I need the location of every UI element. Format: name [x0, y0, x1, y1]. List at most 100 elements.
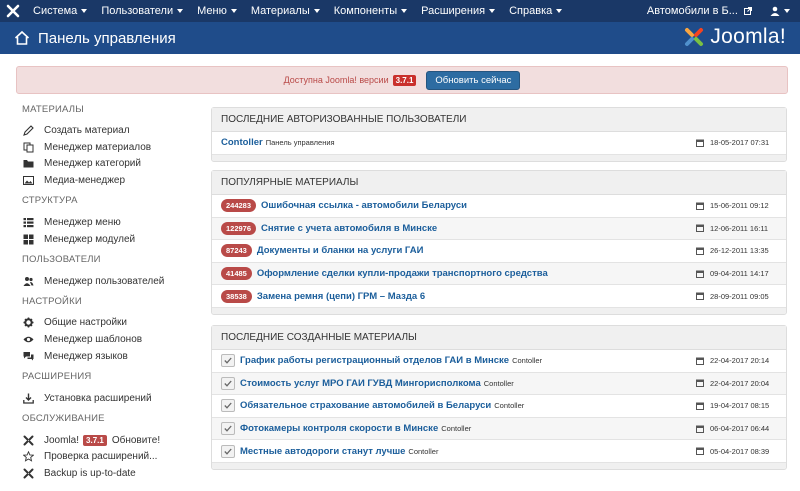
caret-down-icon	[81, 9, 88, 14]
table-row: Contoller Панель управления 18-05-2017 0…	[212, 132, 786, 155]
sidebar-item-users[interactable]: Менеджер пользователей	[22, 273, 202, 290]
table-row: 122976 Снятие с учета автомобиля в Минск…	[212, 217, 786, 241]
top-navbar: Система Пользователи Меню Материалы Комп…	[0, 0, 800, 22]
panel-title: ПОСЛЕДНИЕ АВТОРИЗОВАННЫЕ ПОЛЬЗОВАТЕЛИ	[212, 108, 786, 132]
version-badge: 3.7.1	[392, 74, 417, 86]
user-menu[interactable]	[760, 6, 800, 16]
sidebar-item-label: Менеджер категорий	[44, 158, 141, 170]
sidebar-item-label: Медиа-менеджер	[44, 175, 126, 187]
row-date: 19-04-2017 08:15	[696, 401, 769, 410]
article-author: Contoller	[408, 446, 439, 456]
folder-icon	[22, 158, 34, 170]
sidebar-item-categories[interactable]: Менеджер категорий	[22, 156, 202, 173]
hits-badge: 87243	[221, 244, 252, 258]
published-check-icon[interactable]	[221, 422, 235, 436]
menu-content[interactable]: Материалы	[244, 5, 327, 17]
article-link[interactable]: Снятие с учета автомобиля в Минске	[261, 223, 437, 234]
row-date: 12-06-2011 16:11	[696, 224, 768, 233]
table-row: 38538 Замена ремня (цепи) ГРМ – Мазда 6 …	[212, 285, 786, 308]
sidebar-item-backup[interactable]: Backup is up-to-date	[22, 465, 202, 482]
calendar-icon	[696, 224, 704, 233]
article-link[interactable]: Обязательное страхование автомобилей в Б…	[240, 400, 491, 411]
article-link[interactable]: Стоимость услуг МРО ГАИ ГУВД Мингориспол…	[240, 378, 481, 389]
sidebar-item-label: Менеджер меню	[44, 217, 121, 229]
article-author: Contoller	[483, 378, 514, 388]
user-name-link[interactable]: Contoller	[221, 137, 263, 148]
caret-down-icon	[401, 9, 408, 14]
menu-extensions[interactable]: Расширения	[414, 5, 502, 17]
article-link[interactable]: Документы и бланки на услуги ГАИ	[257, 245, 424, 256]
article-link[interactable]: График работы регистрационный отделов ГА…	[240, 355, 509, 366]
article-link[interactable]: Оформление сделки купли-продажи транспор…	[257, 268, 548, 279]
menu-help[interactable]: Справка	[502, 5, 569, 17]
sidebar-section-title: РАСШИРЕНИЯ	[22, 370, 92, 382]
sidebar-item-label: Backup is up-to-date	[44, 468, 136, 480]
update-alert: Доступна Joomla! версии 3.7.1 Обновить с…	[16, 66, 788, 94]
article-link[interactable]: Фотокамеры контроля скорости в Минске	[240, 423, 438, 434]
published-check-icon[interactable]	[221, 376, 235, 390]
sidebar-item-label: Менеджер шаблонов	[44, 334, 143, 346]
cog-icon	[22, 317, 34, 329]
published-check-icon[interactable]	[221, 444, 235, 458]
hits-badge: 122976	[221, 221, 257, 235]
joomla-logo-icon[interactable]	[0, 0, 26, 22]
sidebar-item-menus[interactable]: Менеджер меню	[22, 214, 202, 231]
caret-down-icon	[489, 9, 496, 14]
menu-components[interactable]: Компоненты	[327, 5, 414, 17]
panel-title: ПОСЛЕДНИЕ СОЗДАННЫЕ МАТЕРИАЛЫ	[212, 326, 786, 350]
calendar-icon	[696, 270, 704, 278]
sidebar-item-modules[interactable]: Менеджер модулей	[22, 231, 202, 248]
menu-system[interactable]: Система	[26, 5, 94, 17]
user-icon	[770, 6, 780, 16]
menu-users[interactable]: Пользователи	[94, 5, 190, 17]
sidebar-item-suffix: Обновите!	[111, 434, 161, 446]
logged-users-panel: ПОСЛЕДНИЕ АВТОРИЗОВАННЫЕ ПОЛЬЗОВАТЕЛИ Co…	[211, 107, 787, 162]
article-link[interactable]: Ошибочная ссылка - автомобили Беларуси	[261, 200, 467, 211]
article-link[interactable]: Местные автодороги станут лучше	[240, 446, 405, 457]
sidebar-section-title: НАСТРОЙКИ	[22, 295, 82, 307]
sidebar-item-new-article[interactable]: Создать материал	[22, 122, 202, 139]
sidebar-item-templates[interactable]: Менеджер шаблонов	[22, 331, 202, 348]
article-link[interactable]: Замена ремня (цепи) ГРМ – Мазда 6	[257, 291, 425, 302]
star-icon	[22, 451, 34, 463]
sidebar-item-install[interactable]: Установка расширений	[22, 390, 202, 407]
calendar-icon	[696, 379, 704, 388]
sidebar-item-joomla-update[interactable]: Joomla! 3.7.1 Обновите!	[22, 432, 202, 449]
download-icon	[22, 392, 34, 404]
sidebar-item-check-extensions[interactable]: Проверка расширений...	[22, 449, 202, 466]
hits-badge: 41485	[221, 267, 252, 281]
published-check-icon[interactable]	[221, 354, 235, 368]
recent-articles-panel: ПОСЛЕДНИЕ СОЗДАННЫЕ МАТЕРИАЛЫ График раб…	[211, 325, 787, 470]
caret-down-icon	[784, 9, 790, 13]
sidebar-item-label: Установка расширений	[44, 392, 152, 404]
article-author: Contoller	[494, 401, 525, 411]
calendar-icon	[696, 202, 704, 210]
row-date: 05-04-2017 08:39	[696, 447, 769, 456]
joomla-icon	[22, 434, 34, 446]
row-date: 26-12-2011 13:35	[696, 246, 769, 255]
published-check-icon[interactable]	[221, 399, 235, 413]
comments-icon	[22, 351, 34, 363]
caret-down-icon	[556, 9, 563, 14]
hits-badge: 244283	[221, 199, 257, 213]
cube-icon	[22, 233, 34, 245]
sidebar-section-title: МАТЕРИАЛЫ	[22, 104, 84, 115]
update-now-button[interactable]: Обновить сейчас	[426, 70, 521, 90]
sidebar-item-label: Менеджер модулей	[44, 233, 136, 245]
site-link[interactable]: Автомобили в Б...	[639, 5, 760, 17]
popular-articles-panel: ПОПУЛЯРНЫЕ МАТЕРИАЛЫ 244283 Ошибочная сс…	[211, 170, 787, 315]
hits-badge: 38538	[221, 289, 252, 303]
calendar-icon	[696, 139, 704, 147]
table-row: 87243 Документы и бланки на услуги ГАИ 2…	[212, 240, 786, 263]
menu-menus[interactable]: Меню	[190, 5, 244, 17]
panel-title: ПОПУЛЯРНЫЕ МАТЕРИАЛЫ	[212, 171, 786, 195]
row-date: 09-04-2011 14:17	[696, 269, 769, 278]
sidebar-item-articles[interactable]: Менеджер материалов	[22, 139, 202, 156]
page-header: Панель управления Joomla!	[0, 22, 800, 54]
calendar-icon	[696, 292, 704, 301]
article-author: Contoller	[512, 356, 543, 366]
calendar-icon	[696, 247, 704, 255]
sidebar-item-languages[interactable]: Менеджер языков	[22, 348, 202, 365]
sidebar-item-global-config[interactable]: Общие настройки	[22, 315, 202, 332]
sidebar-item-media[interactable]: Медиа-менеджер	[22, 172, 202, 189]
